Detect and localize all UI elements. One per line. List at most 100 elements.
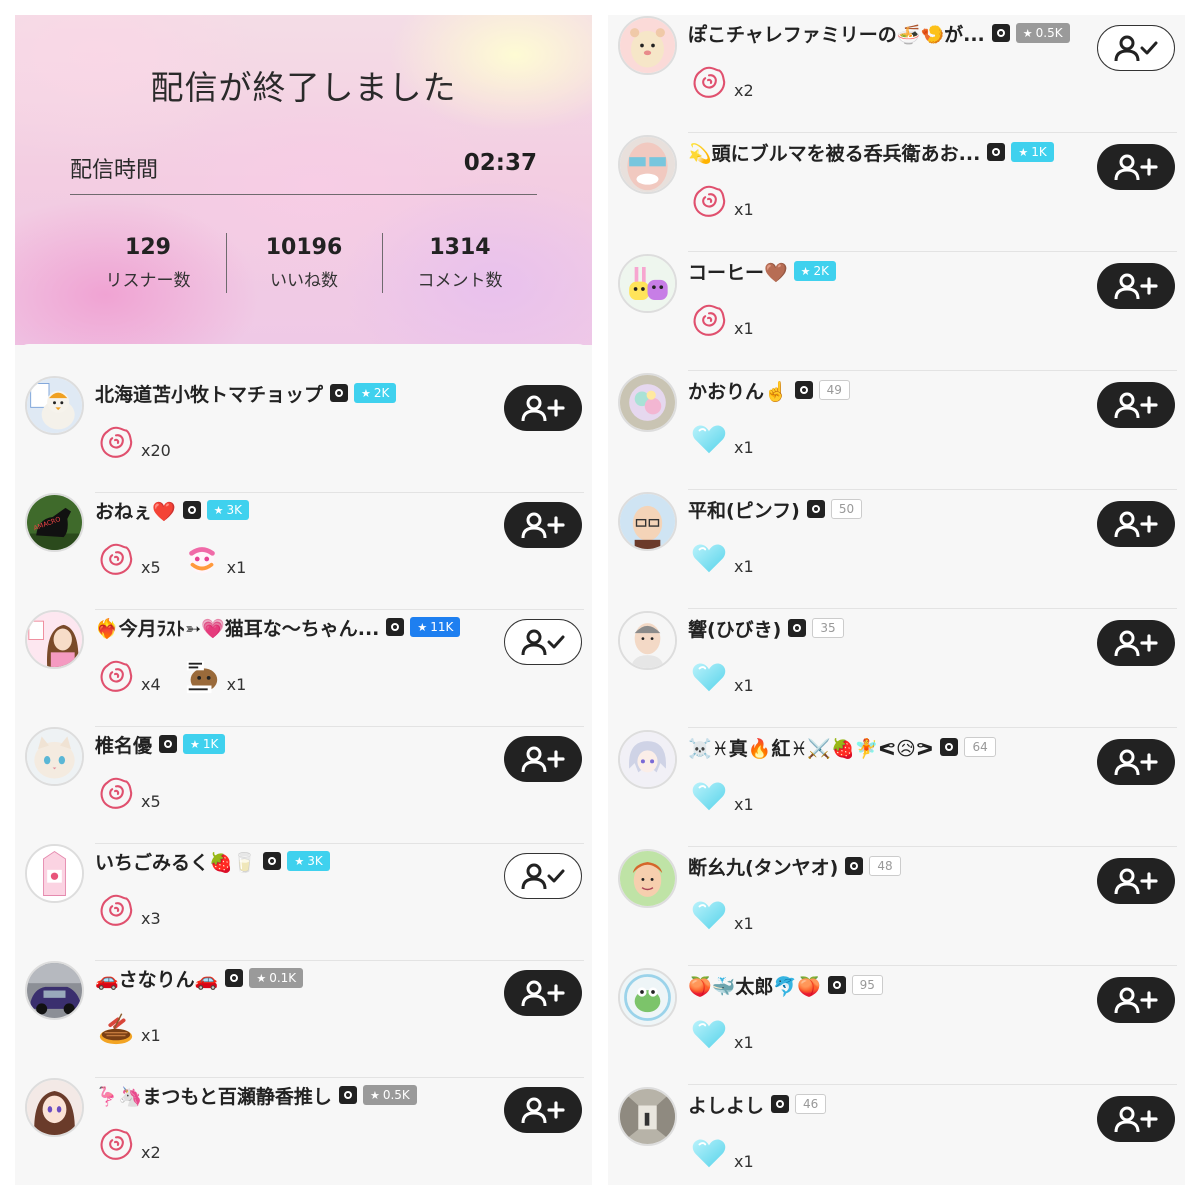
follow-button[interactable] bbox=[1097, 144, 1175, 190]
user-avatar[interactable] bbox=[618, 16, 677, 75]
user-plus-icon bbox=[1112, 986, 1160, 1014]
user-plus-icon bbox=[1112, 510, 1160, 538]
user-avatar[interactable] bbox=[618, 730, 677, 789]
gift-count: x1 bbox=[734, 1152, 754, 1171]
follow-button[interactable] bbox=[1097, 977, 1175, 1023]
user-name[interactable]: よしよし bbox=[688, 1091, 764, 1118]
user-name[interactable]: 断幺九(タンヤオ) bbox=[688, 853, 838, 880]
following-button[interactable] bbox=[504, 619, 582, 665]
male-icon bbox=[940, 738, 959, 756]
star-icon: ★ bbox=[361, 386, 371, 400]
gift-list: x1 bbox=[97, 1006, 183, 1046]
user-name[interactable]: かおりん☝️ bbox=[688, 377, 788, 404]
user-avatar[interactable] bbox=[618, 968, 677, 1027]
gift-count: x3 bbox=[141, 909, 161, 928]
user-name[interactable]: ぽこチャレファミリーの🍜🍤が... bbox=[688, 20, 985, 47]
user-plus-icon bbox=[519, 745, 567, 773]
listener-row: かおりん☝️ 49 x1 bbox=[608, 373, 1185, 490]
stat-likes-value: 10196 bbox=[265, 235, 343, 260]
level-badge: ★ 0.5K bbox=[1015, 23, 1070, 43]
list-top-edge bbox=[15, 344, 592, 366]
follow-button[interactable] bbox=[504, 502, 582, 548]
gift-list: x20 bbox=[97, 421, 193, 461]
user-name[interactable]: 🚗さなりん🚗 bbox=[95, 965, 218, 992]
level-badge: 49 bbox=[818, 380, 850, 400]
user-avatar[interactable] bbox=[25, 727, 84, 786]
rose-gift-icon bbox=[690, 63, 728, 101]
user-avatar[interactable] bbox=[25, 610, 84, 669]
name-line: コーヒー🤎 ★ 2K bbox=[688, 257, 837, 285]
user-avatar[interactable] bbox=[618, 1087, 677, 1146]
male-icon bbox=[159, 735, 178, 753]
user-avatar[interactable] bbox=[25, 376, 84, 435]
gift-count: x1 bbox=[734, 914, 754, 933]
user-name[interactable]: いちごみるく🍓🥛 bbox=[95, 848, 256, 875]
user-avatar[interactable] bbox=[618, 135, 677, 194]
female-icon bbox=[386, 618, 405, 636]
heart-gift-icon bbox=[690, 777, 728, 815]
gift-count: x2 bbox=[734, 81, 754, 100]
follow-button[interactable] bbox=[504, 970, 582, 1016]
rose-gift-icon bbox=[97, 423, 135, 461]
following-button[interactable] bbox=[504, 853, 582, 899]
female-icon bbox=[225, 969, 244, 987]
user-name[interactable]: おねぇ❤️ bbox=[95, 497, 176, 524]
gift-count: x1 bbox=[734, 438, 754, 457]
name-line: 平和(ピンフ) 50 bbox=[688, 495, 863, 523]
user-name[interactable]: 🦩🦄まつもと百瀬静香推し bbox=[95, 1082, 332, 1109]
user-avatar[interactable] bbox=[618, 492, 677, 551]
follow-button[interactable] bbox=[504, 736, 582, 782]
gift-list: x2 bbox=[690, 61, 776, 101]
rose-gift-icon bbox=[97, 891, 135, 929]
user-name[interactable]: 平和(ピンフ) bbox=[688, 496, 800, 523]
gift-count: x1 bbox=[141, 1026, 161, 1045]
gift-count: x1 bbox=[226, 675, 247, 694]
row-separator bbox=[688, 1084, 1177, 1085]
gift-list: x3 bbox=[97, 889, 183, 929]
follow-button[interactable] bbox=[504, 385, 582, 431]
stat-likes: 10196 いいね数 bbox=[226, 235, 382, 291]
level-value: 2K bbox=[813, 264, 830, 278]
user-avatar[interactable] bbox=[618, 849, 677, 908]
gift-count: x1 bbox=[226, 558, 247, 577]
user-avatar[interactable] bbox=[25, 844, 84, 903]
level-value: 3K bbox=[226, 503, 243, 517]
stream-summary: 配信が終了しました 配信時間 02:37 129 リスナー数 10196 いいね… bbox=[15, 15, 592, 345]
user-name[interactable]: 響(ひびき) bbox=[688, 615, 781, 642]
user-name[interactable]: 🍑🐳太郎🐬🍑 bbox=[688, 972, 821, 999]
listener-row: ぽこチャレファミリーの🍜🍤が... ★ 0.5K x2 bbox=[608, 16, 1185, 133]
stat-comments-value: 1314 bbox=[429, 235, 491, 260]
following-button[interactable] bbox=[1097, 25, 1175, 71]
follow-button[interactable] bbox=[1097, 620, 1175, 666]
user-avatar[interactable] bbox=[618, 254, 677, 313]
follow-button[interactable] bbox=[504, 1087, 582, 1133]
user-name[interactable]: 北海道苫小牧トマチョップ bbox=[95, 380, 323, 407]
user-avatar[interactable] bbox=[25, 961, 84, 1020]
follow-button[interactable] bbox=[1097, 858, 1175, 904]
gift-count: x5 bbox=[141, 558, 161, 577]
row-separator bbox=[688, 727, 1177, 728]
star-icon: ★ bbox=[213, 503, 224, 517]
follow-button[interactable] bbox=[1097, 1096, 1175, 1142]
follow-button[interactable] bbox=[1097, 263, 1175, 309]
user-avatar[interactable] bbox=[618, 373, 677, 432]
user-avatar[interactable] bbox=[618, 611, 677, 670]
listener-row: 💫頭にブルマを被る呑兵衛あお... ★ 1K x1 bbox=[608, 135, 1185, 252]
row-separator bbox=[688, 251, 1177, 252]
star-icon: ★ bbox=[800, 264, 811, 278]
listener-row: 🍑🐳太郎🐬🍑 95 x1 bbox=[608, 968, 1185, 1085]
user-name[interactable]: ☠️♓真🔥紅♓⚔️🍓🧚ᕙ😥ᕗ bbox=[688, 734, 933, 761]
user-name[interactable]: 椎名優 bbox=[95, 731, 152, 758]
follow-button[interactable] bbox=[1097, 501, 1175, 547]
female-icon bbox=[794, 381, 813, 399]
user-name[interactable]: ❤️‍🔥今月ﾗｽﾄ➳💗猫耳な〜ちゃん... bbox=[95, 614, 379, 641]
level-badge: ★ 11K bbox=[410, 617, 461, 637]
rose-gift-icon bbox=[97, 774, 135, 812]
user-avatar[interactable] bbox=[25, 1078, 84, 1137]
follow-button[interactable] bbox=[1097, 382, 1175, 428]
user-name[interactable]: コーヒー🤎 bbox=[688, 258, 788, 285]
user-avatar[interactable]: AMACRO bbox=[25, 493, 84, 552]
gift-list: x1 bbox=[690, 180, 776, 220]
follow-button[interactable] bbox=[1097, 739, 1175, 785]
user-name[interactable]: 💫頭にブルマを被る呑兵衛あお... bbox=[688, 139, 980, 166]
